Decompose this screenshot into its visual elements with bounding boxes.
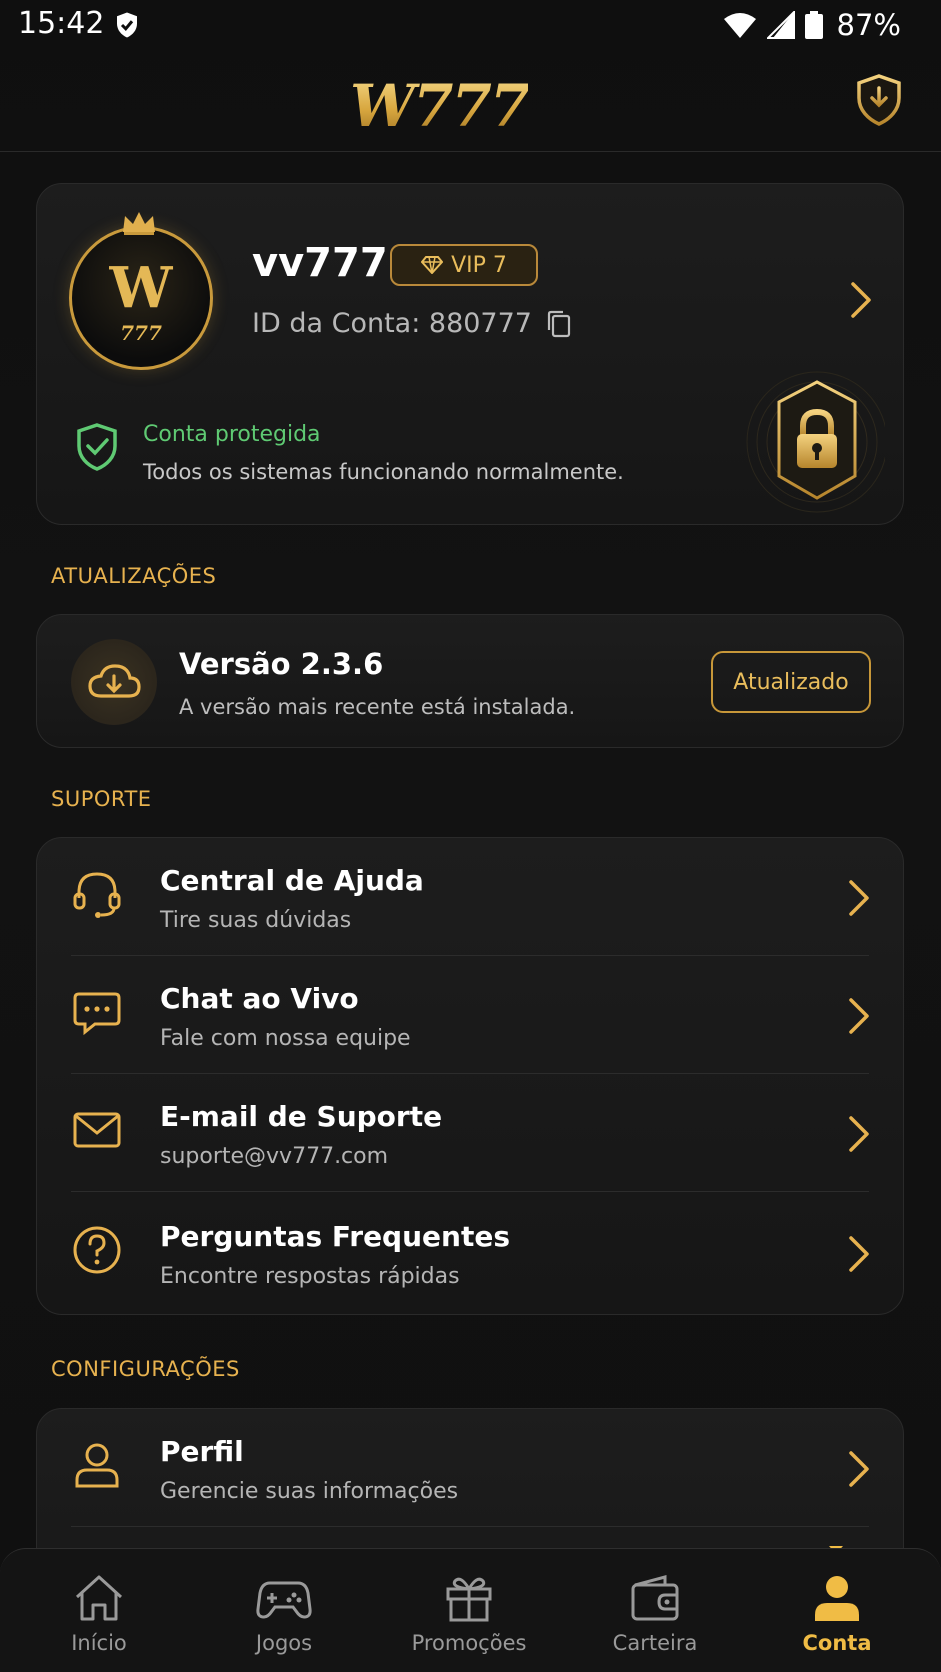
nav-item-home[interactable]: Início xyxy=(19,1573,179,1655)
settings-section-title: CONFIGURAÇÕES xyxy=(51,1357,240,1381)
username: vv777 xyxy=(252,240,388,286)
row-subtitle: suporte@vv777.com xyxy=(160,1144,389,1169)
gift-icon xyxy=(446,1577,492,1622)
chevron-right-icon xyxy=(849,880,869,916)
avatar: W 777 xyxy=(69,226,213,370)
profile-card[interactable]: W 777 vv777 VIP 7 ID da Conta: 880777 Co… xyxy=(36,183,904,525)
nav-item-games[interactable]: Jogos xyxy=(204,1573,364,1655)
row-subtitle: Gerencie suas informações xyxy=(160,1479,459,1504)
wallet-icon xyxy=(631,1575,679,1621)
support-item-help-center[interactable]: Central de Ajuda Tire suas dúvidas xyxy=(37,838,903,956)
support-item-faq[interactable]: Perguntas Frequentes Encontre respostas … xyxy=(37,1194,903,1312)
diamond-icon xyxy=(421,256,444,274)
headset-icon xyxy=(73,872,121,918)
update-version: Versão 2.3.6 xyxy=(179,647,384,681)
support-item-live-chat[interactable]: Chat ao Vivo Fale com nossa equipe xyxy=(37,956,903,1074)
row-subtitle: Fale com nossa equipe xyxy=(160,1026,411,1051)
support-item-email[interactable]: E-mail de Suporte suporte@vv777.com xyxy=(37,1074,903,1192)
nav-label: Carteira xyxy=(612,1631,698,1655)
support-card: Central de Ajuda Tire suas dúvidas Chat … xyxy=(36,837,904,1315)
updates-section-title: ATUALIZAÇÕES xyxy=(51,564,217,588)
row-subtitle: Tire suas dúvidas xyxy=(160,908,352,933)
user-icon xyxy=(815,1576,859,1621)
row-title: Perguntas Frequentes xyxy=(160,1220,510,1253)
chevron-right-icon xyxy=(849,1236,869,1272)
nav-label: Promoções xyxy=(411,1631,527,1655)
chevron-right-icon[interactable] xyxy=(849,280,873,320)
battery-icon xyxy=(804,11,823,39)
vip-badge: VIP 7 xyxy=(390,244,538,286)
avatar-letter: W xyxy=(109,255,173,321)
chevron-right-icon xyxy=(849,998,869,1034)
mail-icon xyxy=(73,1112,121,1148)
shield-check-icon xyxy=(77,423,117,471)
copy-icon[interactable] xyxy=(546,310,572,338)
divider xyxy=(71,1526,869,1527)
lock-icon xyxy=(746,371,885,513)
wifi-icon xyxy=(723,13,756,38)
nav-item-promotions[interactable]: Promoções xyxy=(389,1573,549,1655)
settings-item-profile[interactable]: Perfil Gerencie suas informações xyxy=(37,1409,903,1527)
row-subtitle: Encontre respostas rápidas xyxy=(160,1264,460,1289)
nav-item-account[interactable]: Conta xyxy=(757,1573,917,1655)
chevron-right-icon xyxy=(849,1116,869,1152)
protection-description: Todos os sistemas funcionando normalment… xyxy=(143,460,624,484)
status-time: 15:42 xyxy=(18,6,105,41)
account-id: ID da Conta: 880777 xyxy=(252,308,532,339)
row-title: Central de Ajuda xyxy=(160,864,424,897)
bottom-nav: Início Jogos Promoções Carteira Conta xyxy=(0,1548,941,1672)
cloud-download-icon xyxy=(71,639,157,725)
chat-icon xyxy=(73,992,121,1036)
shield-download-icon[interactable] xyxy=(855,74,903,126)
nav-label: Conta xyxy=(802,1631,872,1655)
vip-label: VIP 7 xyxy=(451,252,507,278)
update-card: Versão 2.3.6 A versão mais recente está … xyxy=(36,614,904,748)
app-header: W777 xyxy=(0,52,941,152)
nav-item-wallet[interactable]: Carteira xyxy=(575,1573,735,1655)
chevron-right-icon xyxy=(849,1451,869,1487)
updated-button[interactable]: Atualizado xyxy=(711,651,871,713)
avatar-number: 777 xyxy=(120,321,162,345)
nav-label: Jogos xyxy=(255,1631,313,1655)
nav-label: Início xyxy=(71,1631,127,1655)
user-icon xyxy=(75,1443,119,1488)
row-title: Perfil xyxy=(160,1435,244,1468)
row-title: E-mail de Suporte xyxy=(160,1100,443,1133)
update-description: A versão mais recente está instalada. xyxy=(179,695,576,719)
protection-title: Conta protegida xyxy=(143,422,321,447)
support-section-title: SUPORTE xyxy=(51,787,152,811)
home-icon xyxy=(75,1575,123,1621)
battery-percent: 87% xyxy=(836,8,901,42)
question-icon xyxy=(73,1226,121,1274)
account-screen: 15:42 87% W777 W 777 vv777 VIP 7 ID da C… xyxy=(0,0,941,1672)
status-bar: 15:42 87% xyxy=(0,0,941,52)
gamepad-icon xyxy=(256,1581,312,1619)
divider xyxy=(71,1191,869,1192)
app-logo: W777 xyxy=(350,72,530,140)
security-shield-icon xyxy=(117,12,137,38)
crown-icon xyxy=(123,212,155,235)
status-indicators: 87% xyxy=(723,8,901,42)
row-title: Chat ao Vivo xyxy=(160,982,359,1015)
account-id-row: ID da Conta: 880777 xyxy=(252,308,572,339)
signal-icon xyxy=(766,11,795,39)
